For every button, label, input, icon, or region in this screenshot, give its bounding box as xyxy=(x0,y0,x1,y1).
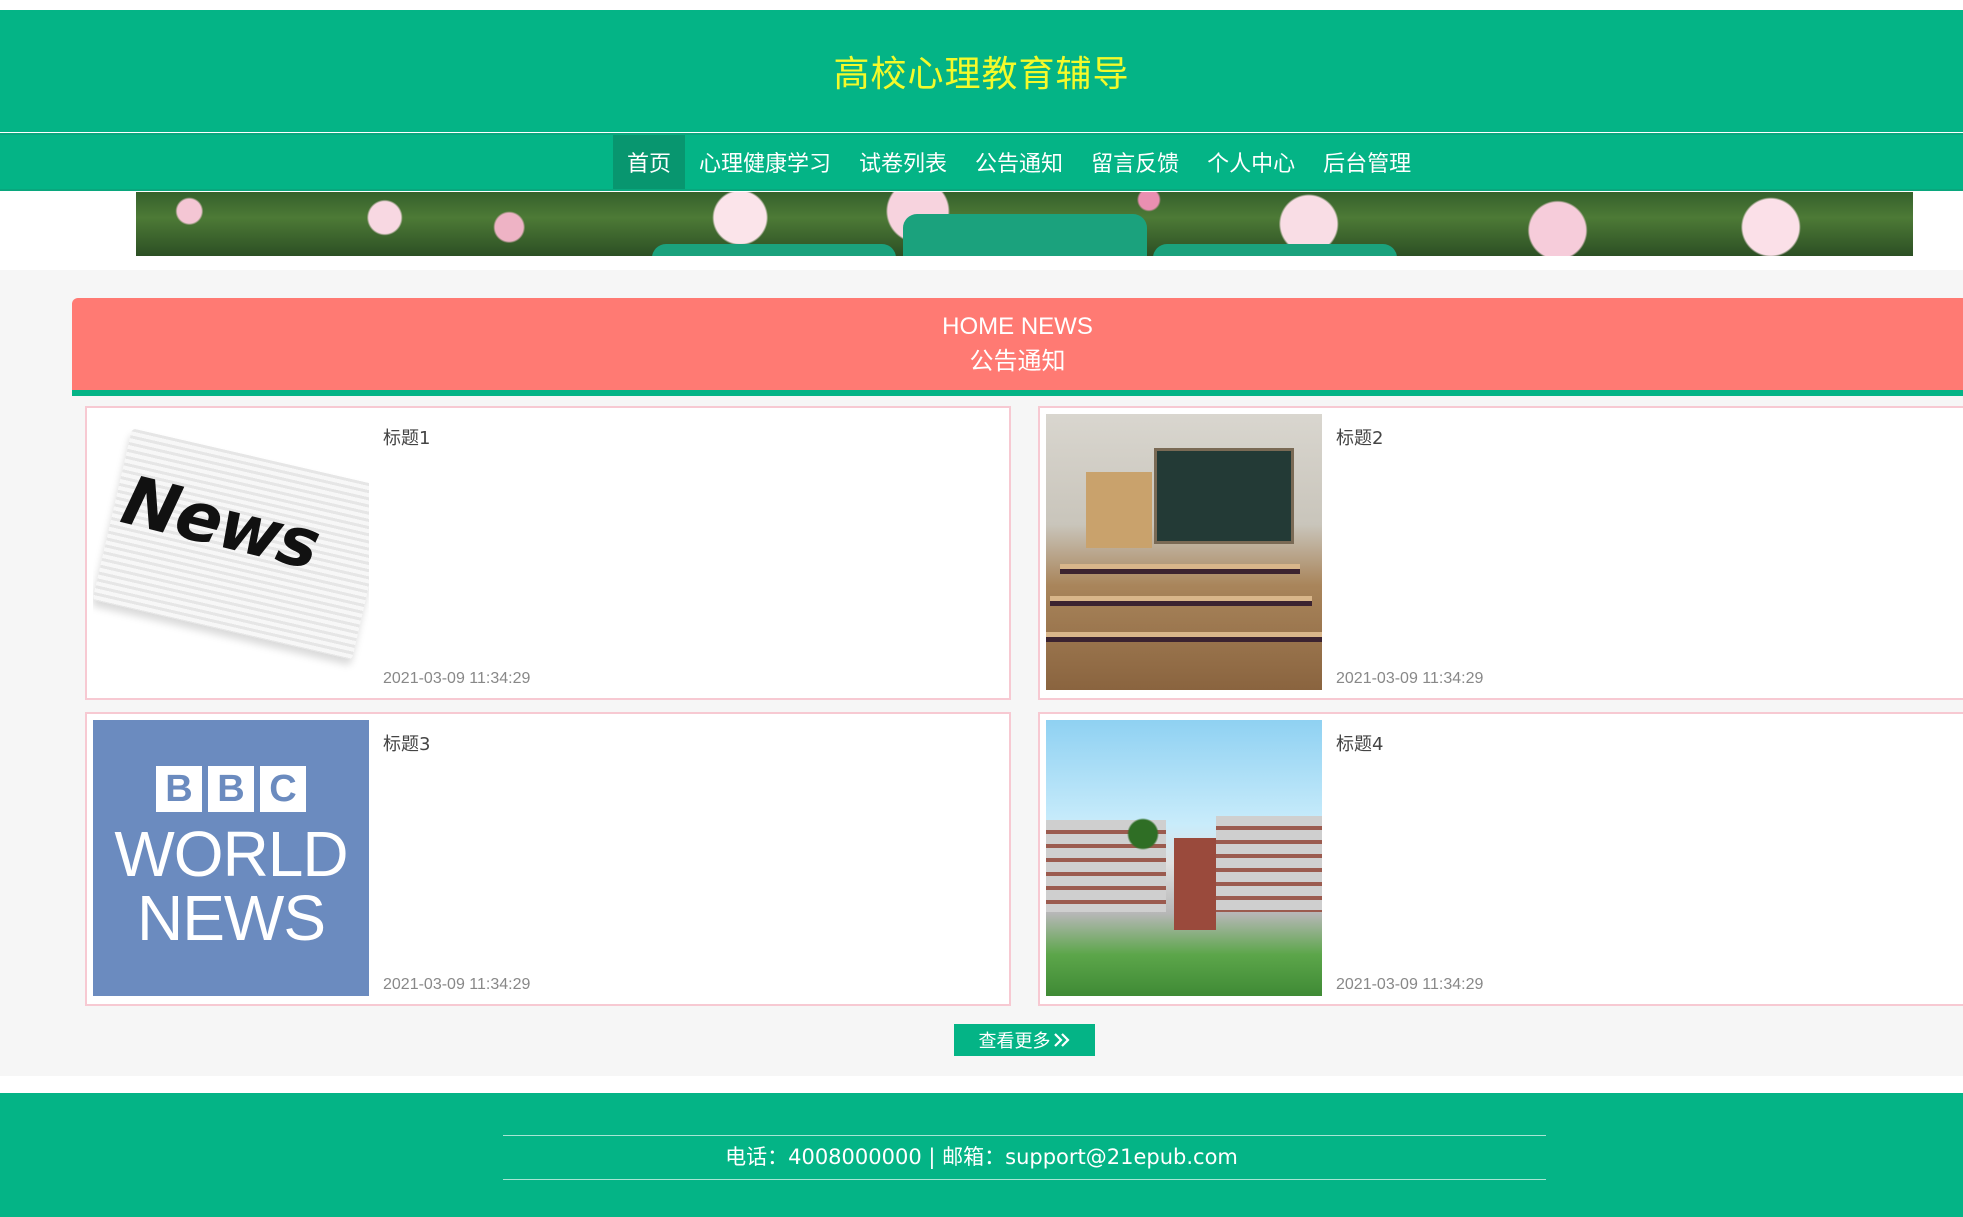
news-section: HOME NEWS 公告通知 News 标题1 2021-03-09 11:34… xyxy=(0,270,1963,1076)
news-title[interactable]: 标题4 xyxy=(1336,730,1383,756)
nav-item-admin[interactable]: 后台管理 xyxy=(1309,135,1425,189)
desk-row xyxy=(1046,632,1322,642)
nav-item-exam-list[interactable]: 试卷列表 xyxy=(845,135,961,189)
campus-building xyxy=(1216,816,1322,912)
site-header: 高校心理教育辅导 xyxy=(0,10,1963,132)
banner-section xyxy=(0,192,1963,270)
news-time: 2021-03-09 11:34:29 xyxy=(383,976,531,993)
nav-list: 首页 心理健康学习 试卷列表 公告通知 留言反馈 个人中心 后台管理 xyxy=(613,135,1425,189)
news-card[interactable]: 标题4 2021-03-09 11:34:29 xyxy=(1038,712,1963,1006)
nav-item-feedback[interactable]: 留言反馈 xyxy=(1077,135,1193,189)
nav-item-announcements[interactable]: 公告通知 xyxy=(961,135,1077,189)
chalkboard xyxy=(1154,448,1294,544)
desk-row xyxy=(1050,596,1312,606)
bbc-line-2: NEWS xyxy=(137,882,326,954)
section-header: HOME NEWS 公告通知 xyxy=(72,298,1963,396)
site-title: 高校心理教育辅导 xyxy=(833,54,1130,95)
news-card[interactable]: News 标题1 2021-03-09 11:34:29 xyxy=(85,406,1011,700)
corkboard xyxy=(1086,472,1152,548)
bbc-line-1: WORLD xyxy=(114,818,348,890)
view-more-button[interactable]: 查看更多 xyxy=(954,1024,1095,1056)
section-title-en: HOME NEWS xyxy=(942,313,1093,340)
news-time: 2021-03-09 11:34:29 xyxy=(383,670,531,687)
news-time: 2021-03-09 11:34:29 xyxy=(1336,670,1484,687)
campus-tree xyxy=(1126,804,1160,864)
news-title[interactable]: 标题2 xyxy=(1336,424,1383,450)
bbc-letter: C xyxy=(260,766,306,812)
banner-image xyxy=(136,192,1913,256)
bbc-world-news-image[interactable]: B B C WORLD NEWS xyxy=(93,720,369,996)
slider-tab-1[interactable] xyxy=(652,244,896,256)
news-title[interactable]: 标题3 xyxy=(383,730,430,756)
campus-tower xyxy=(1174,838,1216,930)
news-time: 2021-03-09 11:34:29 xyxy=(1336,976,1484,993)
classroom-image[interactable] xyxy=(1046,414,1322,690)
desk-row xyxy=(1060,564,1300,574)
bbc-letter: B xyxy=(156,766,202,812)
news-card[interactable]: 标题2 2021-03-09 11:34:29 xyxy=(1038,406,1963,700)
nav-item-home[interactable]: 首页 xyxy=(613,135,686,189)
slider-tab-3[interactable] xyxy=(1153,244,1397,256)
double-chevron-right-icon xyxy=(1053,1033,1070,1047)
news-card[interactable]: B B C WORLD NEWS 标题3 2021-03-09 11:34:29 xyxy=(85,712,1011,1006)
bbc-letter: B xyxy=(208,766,254,812)
view-more-label: 查看更多 xyxy=(978,1031,1051,1052)
campus-image[interactable] xyxy=(1046,720,1322,996)
footer-divider-top xyxy=(503,1135,1546,1136)
main-nav: 首页 心理健康学习 试卷列表 公告通知 留言反馈 个人中心 后台管理 xyxy=(0,133,1963,191)
news-title[interactable]: 标题1 xyxy=(383,424,430,450)
section-title-cn: 公告通知 xyxy=(969,347,1066,375)
newspaper-image[interactable]: News xyxy=(93,414,369,690)
footer-contact: 电话：4008000000 | 邮箱：support@21epub.com xyxy=(725,1145,1238,1169)
footer-divider-bottom xyxy=(503,1179,1546,1180)
slider-tab-2[interactable] xyxy=(903,214,1147,256)
nav-item-personal-center[interactable]: 个人中心 xyxy=(1193,135,1309,189)
nav-item-mental-health-study[interactable]: 心理健康学习 xyxy=(685,135,845,189)
site-footer: 电话：4008000000 | 邮箱：support@21epub.com xyxy=(0,1093,1963,1217)
bbc-logo: B B C xyxy=(156,766,306,812)
